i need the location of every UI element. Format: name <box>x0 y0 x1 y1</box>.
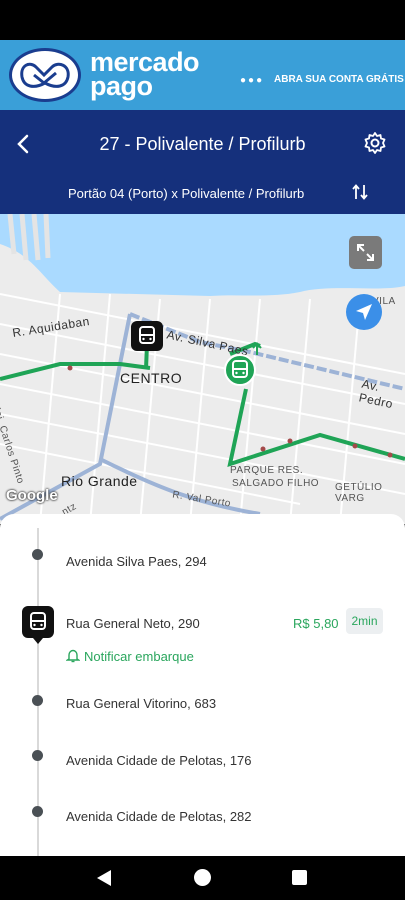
stop-name: Rua General Vitorino, 683 <box>66 696 217 711</box>
bus-icon <box>139 326 155 344</box>
bus-stop-marker[interactable] <box>131 321 163 351</box>
settings-button[interactable] <box>363 131 387 155</box>
stop-dot <box>32 695 43 706</box>
bus-location-marker[interactable] <box>224 354 256 386</box>
ad-banner[interactable]: mercado pago ●●● ABRA SUA CONTA GRÁTIS <box>0 40 405 110</box>
notify-boarding-button[interactable]: Notificar embarque <box>66 648 194 664</box>
stop-dot <box>32 549 43 560</box>
gear-icon <box>364 132 386 154</box>
bus-icon <box>30 612 46 630</box>
route-header: 27 - Polivalente / Profilurb Portão 04 (… <box>0 110 405 214</box>
swap-direction-button[interactable] <box>351 183 369 201</box>
current-stop-marker <box>22 606 54 644</box>
route-map[interactable]: R. Aquidaban Av. Silva Paes CENTRO Av. P… <box>0 214 405 524</box>
stop-name: Avenida Cidade de Pelotas, 176 <box>66 753 252 768</box>
stop-name: Avenida Cidade de Pelotas, 282 <box>66 809 252 824</box>
bell-icon <box>66 649 80 663</box>
district-label: SALGADO FILHO <box>232 478 320 489</box>
navigation-arrow-icon <box>356 304 372 320</box>
fare-price: R$ 5,80 <box>293 616 339 631</box>
district-label: PARQUE RES. <box>230 465 304 476</box>
stop-name: Rua General Neto, 290 <box>66 616 200 631</box>
expand-icon <box>357 244 374 261</box>
nav-recents-icon[interactable] <box>292 870 307 885</box>
brand-name: mercado pago <box>90 47 200 101</box>
eta-badge: 2min <box>346 608 383 634</box>
district-label: CENTRO <box>120 370 183 386</box>
google-logo: Google <box>6 487 58 504</box>
my-location-button[interactable] <box>346 294 382 330</box>
stops-panel: Avenida Silva Paes, 294 Rua General Neto… <box>0 514 405 858</box>
expand-map-button[interactable] <box>349 236 382 269</box>
nav-home-icon[interactable] <box>194 869 211 886</box>
banner-dots: ●●● <box>240 75 265 86</box>
route-direction: Portão 04 (Porto) x Polivalente / Profil… <box>68 186 305 201</box>
notify-label: Notificar embarque <box>84 649 194 664</box>
nav-back-icon[interactable] <box>96 869 112 887</box>
android-nav-bar <box>0 856 405 900</box>
stop-dot <box>32 806 43 817</box>
stop-dot <box>32 750 43 761</box>
direction-arrow-icon <box>252 342 262 355</box>
mercado-pago-logo <box>9 48 81 102</box>
banner-cta[interactable]: ABRA SUA CONTA GRÁTIS <box>274 74 404 85</box>
bus-icon <box>232 360 248 378</box>
route-title: 27 - Polivalente / Profilurb <box>99 134 306 154</box>
status-bar <box>0 0 405 40</box>
stop-name: Avenida Silva Paes, 294 <box>66 554 207 569</box>
city-label: Rio Grande <box>61 473 138 489</box>
swap-icon <box>352 184 368 200</box>
district-label: GETÚLIO VARG <box>335 482 383 504</box>
